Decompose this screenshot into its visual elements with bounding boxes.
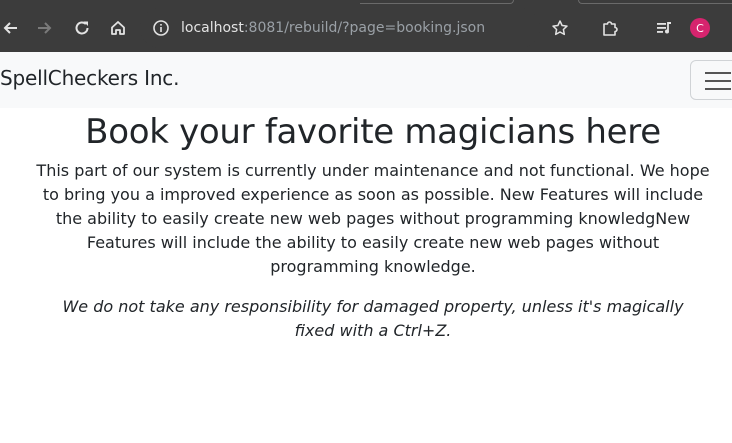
media-queue-icon [657, 22, 671, 34]
url-path: :8081/rebuild/?page=booking.json [243, 20, 486, 36]
back-arrow-icon [3, 22, 17, 34]
home-icon [111, 21, 125, 35]
reload-icon [75, 21, 89, 35]
reload-button[interactable] [68, 14, 96, 42]
profile-avatar[interactable]: C [690, 18, 710, 38]
page-title: Book your favorite magicians here [85, 112, 661, 152]
hamburger-icon [705, 88, 731, 90]
extensions-icon [603, 21, 618, 36]
maintenance-description: This part of our system is currently und… [36, 160, 710, 276]
info-icon[interactable] [152, 19, 170, 37]
main-content: Book your favorite magicians here This p… [0, 108, 732, 343]
disclaimer-text: We do not take any responsibility for da… [62, 296, 684, 340]
site-navbar: SpellCheckers Inc. [0, 52, 732, 108]
tab-edge [578, 0, 732, 4]
extensions-button[interactable] [596, 14, 624, 42]
bookmark-button[interactable] [546, 14, 574, 42]
navbar-brand[interactable]: SpellCheckers Inc. [0, 66, 179, 90]
url-host: localhost [181, 20, 244, 36]
back-button[interactable] [0, 14, 24, 42]
home-button[interactable] [104, 14, 132, 42]
media-queue-button[interactable] [650, 14, 678, 42]
hamburger-icon [705, 80, 731, 82]
navbar-toggler-button[interactable] [690, 60, 732, 100]
forward-arrow-icon [38, 22, 52, 34]
browser-toolbar: localhost:8081/rebuild/?page=booking.jso… [0, 0, 732, 52]
forward-button[interactable] [31, 14, 59, 42]
url-text[interactable]: localhost:8081/rebuild/?page=booking.jso… [181, 20, 485, 36]
star-icon [552, 20, 568, 36]
address-bar[interactable]: localhost:8081/rebuild/?page=booking.jso… [140, 8, 540, 48]
hamburger-icon [705, 72, 731, 74]
tab-edge [360, 0, 514, 4]
